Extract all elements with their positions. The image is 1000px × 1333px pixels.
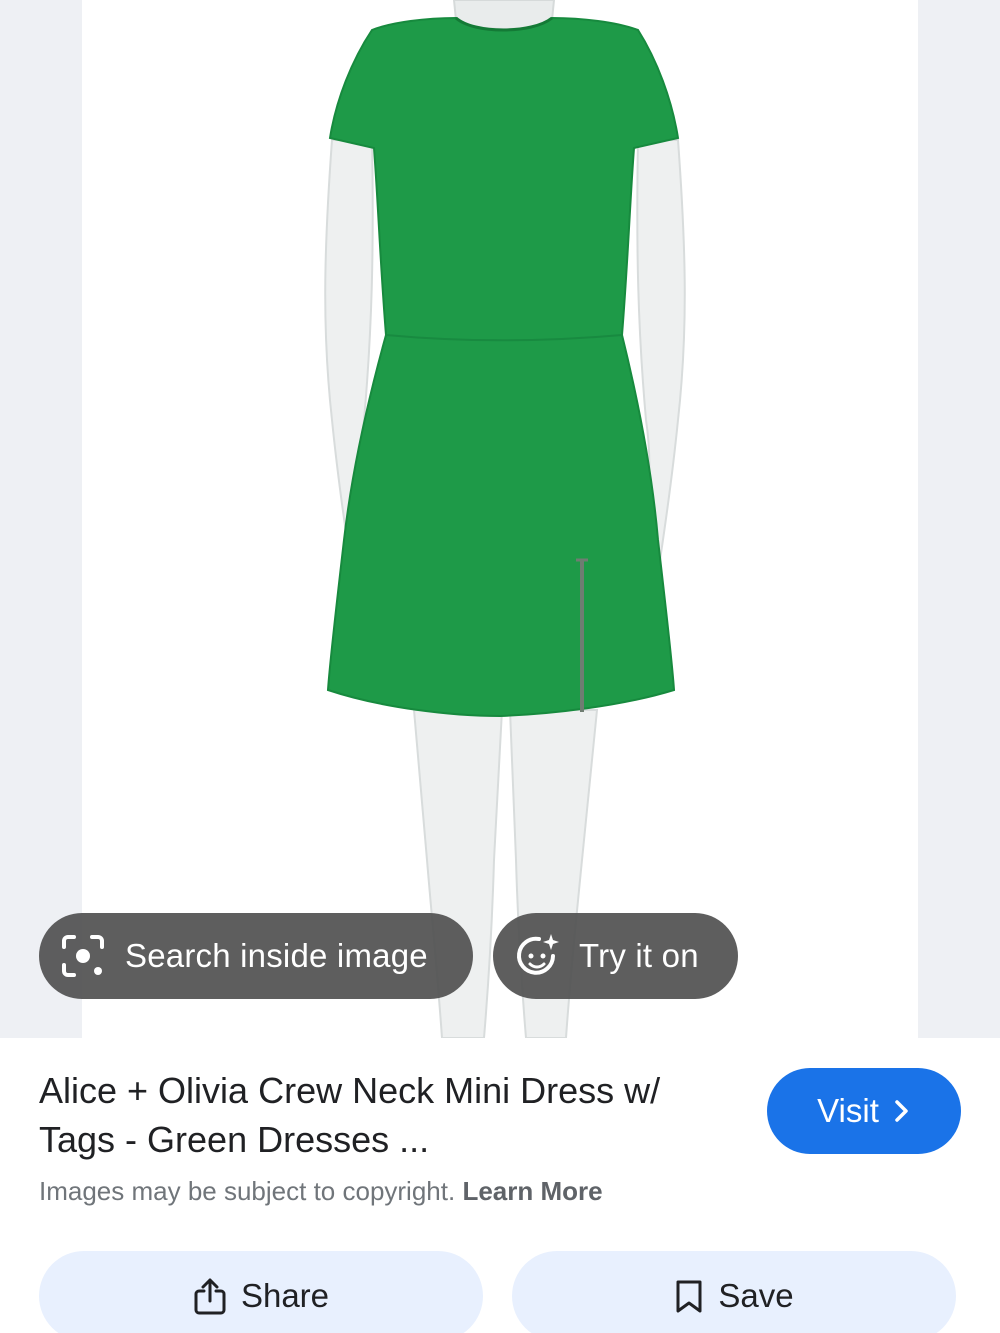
lens-icon [59,932,107,980]
bookmark-icon [674,1278,704,1314]
product-photo [324,0,686,1038]
learn-more-link[interactable]: Learn More [462,1176,602,1206]
face-sparkle-icon [513,932,561,980]
copyright-notice: Images may be subject to copyright. Lear… [39,1176,603,1207]
visit-label: Visit [817,1092,879,1129]
search-inside-image-label: Search inside image [125,937,428,974]
search-inside-image-button[interactable]: Search inside image [39,913,473,999]
share-label: Share [240,1277,330,1314]
visit-button[interactable]: Visit [767,1068,961,1154]
share-icon [193,1277,227,1315]
copyright-text: Images may be subject to copyright. [39,1176,456,1206]
try-it-on-label: Try it on [579,937,699,974]
save-label: Save [718,1277,794,1314]
share-button[interactable]: Share [39,1251,483,1333]
save-button[interactable]: Save [512,1251,956,1333]
try-it-on-button[interactable]: Try it on [493,913,738,999]
result-title[interactable]: Alice + Olivia Crew Neck Mini Dress w/ T… [39,1066,739,1164]
product-image-area[interactable]: Search inside image Try it on [0,0,1000,1038]
chevron-right-icon [893,1098,911,1124]
